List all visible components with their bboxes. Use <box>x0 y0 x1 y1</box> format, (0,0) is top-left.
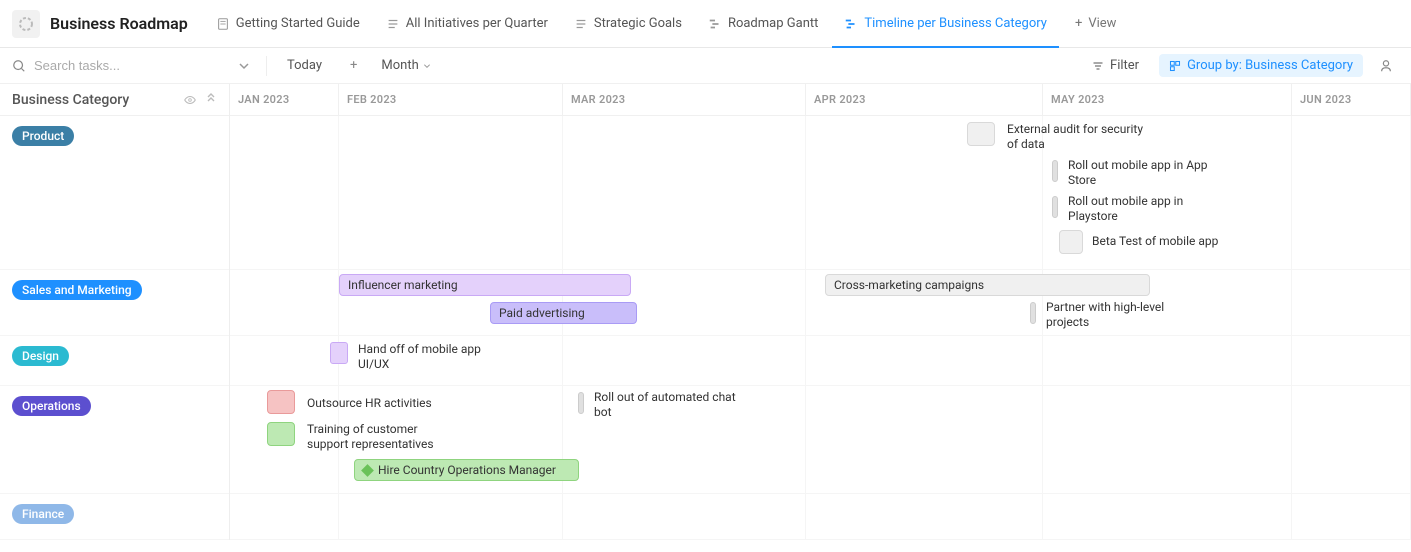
search-dropdown[interactable] <box>232 60 256 72</box>
tab-timeline-category[interactable]: Timeline per Business Category <box>832 0 1059 47</box>
month-jan-2023: JAN 2023 <box>230 84 339 115</box>
month-mar-2023: MAR 2023 <box>563 84 806 115</box>
category-tag: Product <box>12 126 74 146</box>
category-row[interactable]: Design <box>0 336 229 386</box>
task-external-audit[interactable] <box>967 122 995 146</box>
tab-getting-started[interactable]: Getting Started Guide <box>204 0 372 47</box>
group-by-button[interactable]: Group by: Business Category <box>1159 54 1363 77</box>
timeline-grid: Business Category Product Sales and Marke… <box>0 84 1411 540</box>
category-row[interactable]: Operations <box>0 386 229 494</box>
category-header-label: Business Category <box>12 92 129 108</box>
add-view-button[interactable]: + View <box>1061 0 1131 47</box>
app-icon <box>12 10 40 38</box>
task-label: Hand off of mobile app UI/UX <box>358 342 508 372</box>
view-tabs: Getting Started Guide All Initiatives pe… <box>204 0 1399 47</box>
task-label: Partner with high-level projects <box>1046 300 1196 330</box>
timeline-lanes: External audit for security of data Roll … <box>230 116 1411 540</box>
task-label: Influencer marketing <box>348 278 458 292</box>
milestone-icon <box>361 464 374 477</box>
category-tag: Sales and Marketing <box>12 280 142 300</box>
task-handoff-uiux[interactable] <box>330 342 348 364</box>
timeline-area: JAN 2023FEB 2023MAR 2023APR 2023MAY 2023… <box>230 84 1411 540</box>
tab-all-initiatives[interactable]: All Initiatives per Quarter <box>374 0 560 47</box>
task-label: Cross-marketing campaigns <box>834 278 984 292</box>
lane-product: External audit for security of data Roll … <box>230 116 1411 270</box>
tab-label: Timeline per Business Category <box>864 16 1047 31</box>
collapse-icon[interactable] <box>205 93 217 107</box>
group-by-label: Group by: Business Category <box>1187 58 1353 73</box>
timescale-select[interactable]: Month <box>375 54 436 77</box>
eye-icon[interactable] <box>183 93 197 107</box>
toolbar: Today + Month Filter Group by: Business … <box>0 48 1411 84</box>
month-apr-2023: APR 2023 <box>806 84 1043 115</box>
task-label: External audit for security of data <box>1007 122 1147 152</box>
task-label: Paid advertising <box>499 306 585 320</box>
category-row[interactable]: Sales and Marketing <box>0 270 229 336</box>
task-chatbot[interactable] <box>578 392 584 414</box>
tab-strategic-goals[interactable]: Strategic Goals <box>562 0 694 47</box>
category-tag: Design <box>12 346 69 366</box>
app-title: Business Roadmap <box>50 14 188 33</box>
task-label: Hire Country Operations Manager <box>378 463 556 477</box>
task-label: Roll out mobile app in Playstore <box>1068 194 1218 224</box>
task-rollout-playstore[interactable] <box>1052 196 1058 218</box>
task-label: Beta Test of mobile app <box>1092 234 1232 249</box>
doc-icon <box>216 17 230 31</box>
task-label: Training of customer support representat… <box>307 422 447 452</box>
gantt-icon <box>708 17 722 31</box>
tab-label: All Initiatives per Quarter <box>406 16 548 31</box>
task-paid-advertising[interactable]: Paid advertising <box>490 302 637 324</box>
search-input[interactable] <box>34 58 222 73</box>
category-column: Business Category Product Sales and Marke… <box>0 84 230 540</box>
group-icon <box>1169 60 1181 72</box>
divider <box>266 56 267 76</box>
top-nav: Business Roadmap Getting Started Guide A… <box>0 0 1411 48</box>
search-icon <box>12 59 26 73</box>
month-feb-2023: FEB 2023 <box>339 84 563 115</box>
search-wrap <box>12 58 222 73</box>
list-icon <box>574 17 588 31</box>
category-header: Business Category <box>0 84 229 116</box>
task-label: Roll out mobile app in App Store <box>1068 158 1218 188</box>
task-rollout-appstore[interactable] <box>1052 160 1058 182</box>
lane-operations: Outsource HR activities Roll out of autom… <box>230 386 1411 494</box>
filter-button[interactable]: Filter <box>1082 54 1149 77</box>
plus-icon: + <box>1075 16 1082 31</box>
task-partner-projects[interactable] <box>1030 302 1036 324</box>
task-influencer-marketing[interactable]: Influencer marketing <box>339 274 631 296</box>
task-beta-test[interactable] <box>1059 230 1083 254</box>
task-outsource-hr[interactable] <box>267 390 295 414</box>
add-task-button[interactable]: + <box>342 54 365 77</box>
category-tag: Operations <box>12 396 91 416</box>
lane-finance <box>230 494 1411 540</box>
task-label: Outsource HR activities <box>307 396 447 411</box>
month-jun-2023: JUN 2023 <box>1292 84 1411 115</box>
filter-icon <box>1092 60 1104 72</box>
list-icon <box>386 17 400 31</box>
tab-roadmap-gantt[interactable]: Roadmap Gantt <box>696 0 830 47</box>
chevron-down-icon <box>423 62 431 70</box>
lane-design: Hand off of mobile app UI/UX <box>230 336 1411 386</box>
task-cross-marketing[interactable]: Cross-marketing campaigns <box>825 274 1150 296</box>
category-tag: Finance <box>12 504 74 524</box>
today-button[interactable]: Today <box>277 54 332 77</box>
timescale-label: Month <box>381 58 418 73</box>
tab-label: Roadmap Gantt <box>728 16 818 31</box>
lane-sales: Influencer marketing Paid advertising Cros… <box>230 270 1411 336</box>
tab-label: Getting Started Guide <box>236 16 360 31</box>
task-training-support[interactable] <box>267 422 295 446</box>
task-hire-ops-manager[interactable]: Hire Country Operations Manager <box>354 459 579 481</box>
category-row[interactable]: Product <box>0 116 229 270</box>
category-row[interactable]: Finance <box>0 494 229 540</box>
month-may-2023: MAY 2023 <box>1043 84 1292 115</box>
filter-label: Filter <box>1110 58 1139 73</box>
user-button[interactable] <box>1373 59 1399 73</box>
add-view-label: View <box>1088 16 1116 31</box>
tab-label: Strategic Goals <box>594 16 682 31</box>
timeline-icon <box>844 17 858 31</box>
task-label: Roll out of automated chat bot <box>594 390 744 420</box>
month-header: JAN 2023FEB 2023MAR 2023APR 2023MAY 2023… <box>230 84 1411 116</box>
